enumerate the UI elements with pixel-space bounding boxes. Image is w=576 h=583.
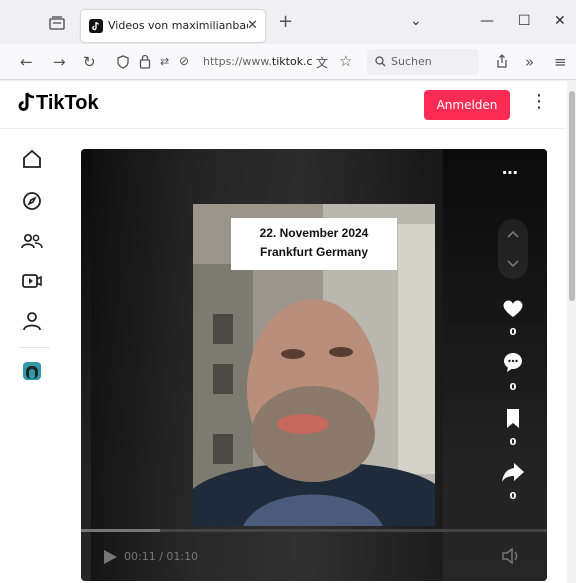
share-icon[interactable] bbox=[495, 54, 509, 69]
save-count: 0 bbox=[509, 437, 517, 448]
url-text[interactable]: https://www.tiktok.c bbox=[203, 55, 313, 68]
maximize-icon[interactable]: ☐ bbox=[518, 13, 531, 29]
translate-icon[interactable]: 文 bbox=[316, 54, 328, 71]
menu-icon[interactable]: ≡ bbox=[554, 53, 567, 71]
browser-tab-bar: Videos von maximilianbaehring ✕ + ⌄ — ☐ … bbox=[0, 0, 576, 44]
minimize-icon[interactable]: — bbox=[480, 13, 494, 29]
search-box[interactable]: Suchen bbox=[367, 49, 479, 75]
permissions-icon[interactable]: ⇄ bbox=[160, 55, 169, 68]
video-player[interactable]: 22. November 2024 Frankfurt Germany ⋯ 0 … bbox=[81, 149, 547, 581]
next-video-icon[interactable] bbox=[506, 259, 520, 269]
volume-icon[interactable] bbox=[501, 547, 521, 565]
tab-list-icon[interactable] bbox=[49, 16, 65, 30]
window-close-icon[interactable]: ✕ bbox=[554, 13, 566, 29]
more-options-icon[interactable]: ⋮ bbox=[530, 91, 548, 112]
profile-icon[interactable] bbox=[20, 309, 44, 333]
browser-tab[interactable]: Videos von maximilianbaehring ✕ bbox=[81, 10, 265, 42]
live-icon[interactable] bbox=[20, 269, 44, 293]
new-tab-button[interactable]: + bbox=[278, 11, 293, 32]
progress-fill bbox=[81, 529, 161, 532]
bookmark-icon[interactable] bbox=[499, 407, 527, 429]
tiktok-note-icon bbox=[18, 92, 35, 111]
home-icon[interactable] bbox=[20, 147, 44, 171]
bookmark-star-icon[interactable]: ☆ bbox=[339, 52, 352, 70]
following-icon[interactable] bbox=[20, 229, 44, 253]
forward-icon[interactable]: → bbox=[53, 53, 66, 71]
comment-icon[interactable] bbox=[499, 351, 527, 373]
tiktok-logo[interactable]: TikTok bbox=[18, 92, 99, 115]
video-frame[interactable]: 22. November 2024 Frankfurt Germany bbox=[193, 204, 435, 526]
like-count: 0 bbox=[509, 327, 517, 338]
tiktok-header: TikTok Anmelden ⋮ bbox=[0, 81, 566, 129]
share-count: 0 bbox=[509, 491, 517, 502]
caption-location: Frankfurt Germany bbox=[259, 245, 369, 259]
search-placeholder: Suchen bbox=[391, 55, 432, 68]
tiktok-favicon-icon bbox=[89, 19, 103, 33]
tiktok-page: TikTok Anmelden ⋮ 22. November 2024 Fran… bbox=[0, 81, 576, 583]
tab-overflow-icon[interactable]: ⌄ bbox=[410, 13, 422, 29]
blocked-autoplay-icon[interactable]: ⊘ bbox=[179, 54, 189, 68]
scrollbar-thumb[interactable] bbox=[569, 91, 575, 301]
avatar-icon[interactable] bbox=[20, 359, 44, 383]
reload-icon[interactable]: ↻ bbox=[83, 53, 96, 71]
video-navigation bbox=[498, 219, 528, 279]
video-caption: 22. November 2024 Frankfurt Germany bbox=[231, 218, 397, 270]
previous-video-icon[interactable] bbox=[506, 229, 520, 239]
tab-title: Videos von maximilianbaehring bbox=[108, 19, 248, 32]
play-icon[interactable] bbox=[101, 548, 119, 566]
lock-icon[interactable] bbox=[139, 54, 151, 69]
sidebar-divider bbox=[20, 347, 50, 348]
back-icon[interactable]: ← bbox=[20, 53, 33, 71]
scrollbar[interactable] bbox=[567, 81, 576, 583]
tracking-shield-icon[interactable] bbox=[116, 55, 130, 69]
caption-date: 22. November 2024 bbox=[259, 226, 369, 240]
logo-text: TikTok bbox=[36, 92, 99, 114]
like-icon[interactable] bbox=[499, 297, 527, 319]
progress-bar[interactable] bbox=[81, 529, 547, 532]
search-icon bbox=[375, 56, 386, 67]
share-arrow-icon[interactable] bbox=[499, 461, 527, 483]
navigation-bar: ← → ↻ ⇄ ⊘ https://www.tiktok.c 文 ☆ Suche… bbox=[0, 44, 576, 80]
login-button[interactable]: Anmelden bbox=[424, 90, 510, 120]
playback-time: 00:11 / 01:10 bbox=[124, 550, 199, 563]
explore-icon[interactable] bbox=[20, 189, 44, 213]
comment-count: 0 bbox=[509, 382, 517, 393]
video-more-icon[interactable]: ⋯ bbox=[502, 163, 518, 182]
overflow-extensions-icon[interactable]: » bbox=[525, 53, 534, 71]
close-tab-icon[interactable]: ✕ bbox=[247, 18, 258, 33]
